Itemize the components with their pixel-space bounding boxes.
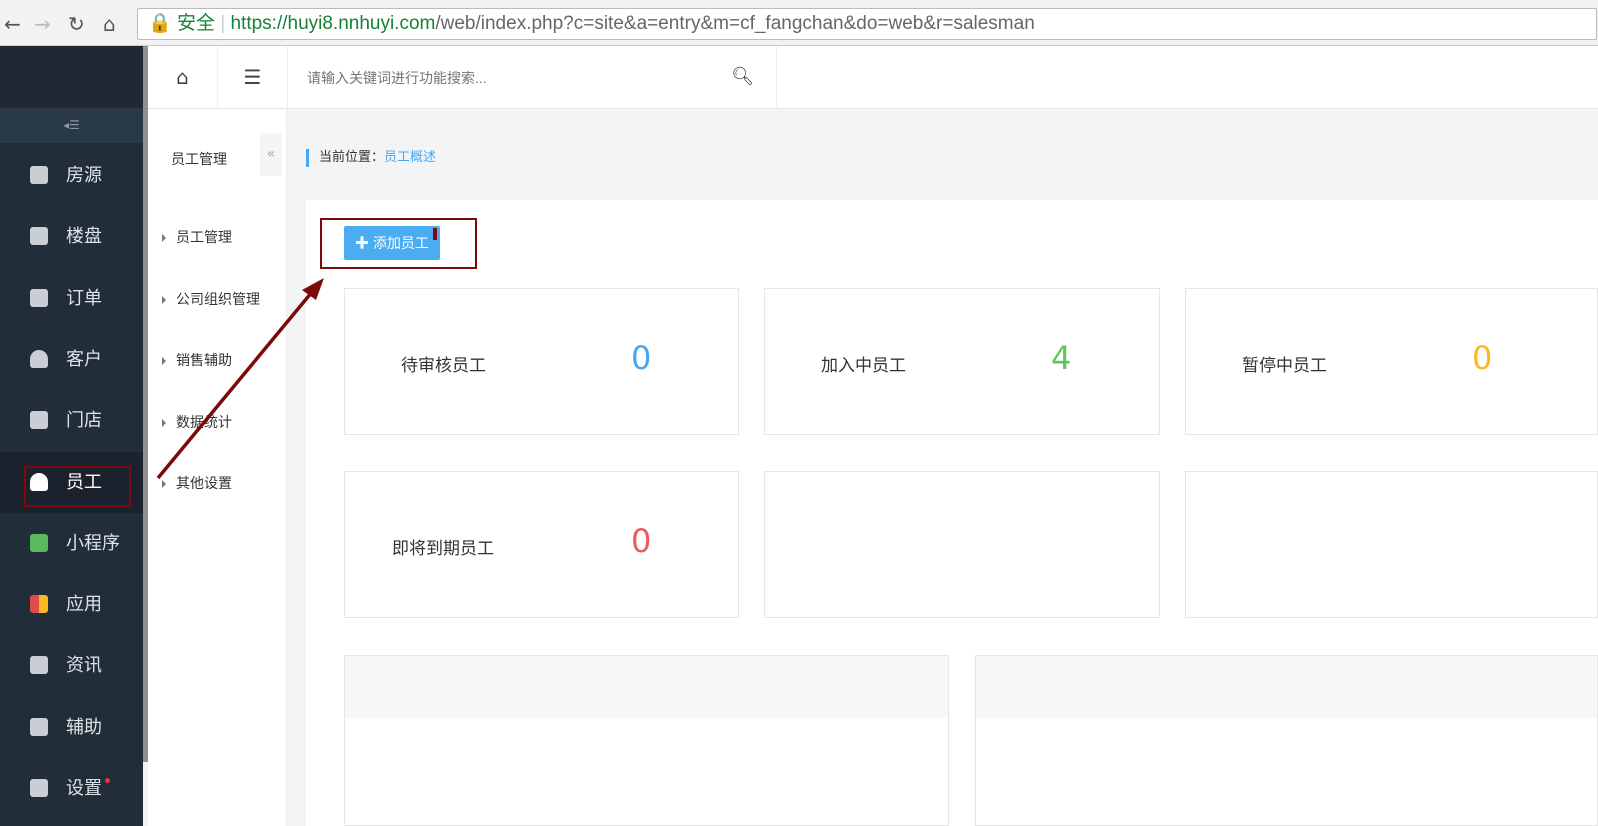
annotation-arrow <box>156 278 324 480</box>
